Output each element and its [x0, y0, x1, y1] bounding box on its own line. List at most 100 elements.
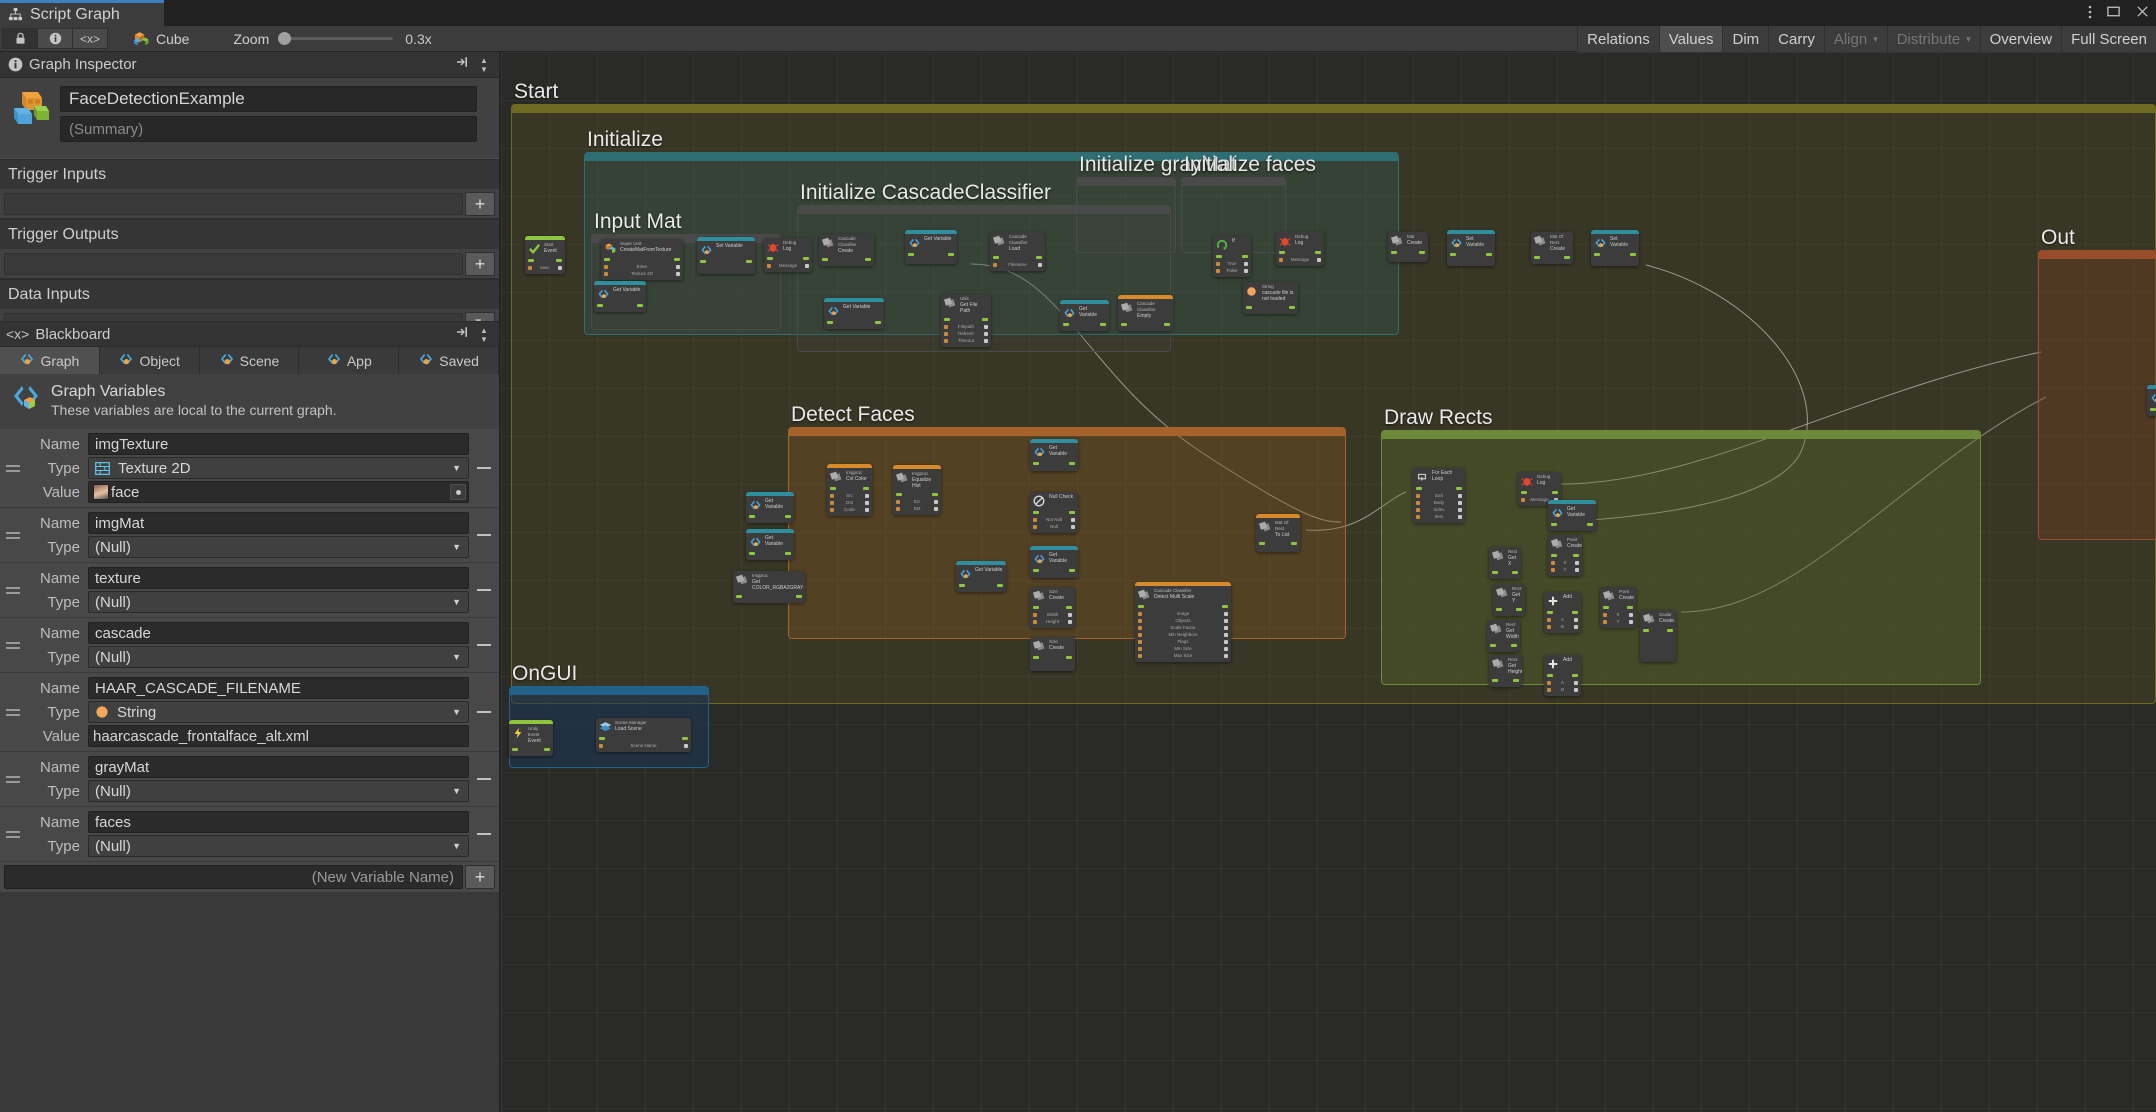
exec-out-port[interactable] [1630, 253, 1636, 256]
data-port-out[interactable] [1457, 507, 1462, 512]
zoom-slider-handle[interactable] [277, 32, 291, 45]
graph-group-out[interactable]: Out [2038, 226, 2156, 540]
graph-node-equalize-hist[interactable]: Imgproc Equalize Hist Src Dst [893, 465, 941, 515]
data-port-out[interactable] [683, 743, 688, 748]
data-port-out[interactable] [983, 324, 988, 329]
exec-in-port[interactable] [1492, 679, 1498, 682]
exec-out-port[interactable] [1036, 256, 1042, 259]
toolbar-button-relations[interactable]: Relations [1577, 26, 1659, 52]
data-port-out[interactable] [1070, 524, 1075, 529]
data-port[interactable] [1547, 624, 1551, 629]
data-port-out[interactable] [1037, 262, 1042, 267]
graph-node-get-variable[interactable]: Get Variable [905, 230, 957, 264]
exec-out-port[interactable] [1627, 606, 1633, 609]
graph-title-input[interactable]: FaceDetectionExample [60, 86, 477, 112]
exec-out-port[interactable] [1486, 253, 1492, 256]
exec-in-port[interactable] [736, 595, 742, 598]
data-port-out[interactable] [864, 507, 869, 512]
exec-out-port[interactable] [1315, 251, 1321, 254]
graph-node-event[interactable]: Start Event exec [525, 236, 565, 274]
graph-node-if[interactable]: If True False [1213, 236, 1251, 277]
data-port-out[interactable] [1070, 517, 1075, 522]
exec-in-port[interactable] [1063, 323, 1069, 326]
variable-type-dropdown[interactable]: (Null) ▼ [88, 646, 469, 668]
data-port-out[interactable] [1244, 261, 1248, 266]
exec-out-port[interactable] [1552, 491, 1558, 494]
graph-node-get-file-path[interactable]: Utils Get File Path Filepath Refresh Timeout [941, 294, 991, 347]
exec-out-port[interactable] [556, 259, 562, 262]
data-port[interactable] [1033, 517, 1037, 522]
graph-node-set-variable[interactable]: Set Variable [697, 237, 755, 274]
variable-type-dropdown[interactable]: (Null) ▼ [88, 591, 469, 613]
exec-out-port[interactable] [803, 257, 809, 260]
data-port-out[interactable] [1574, 567, 1579, 572]
exec-in-port[interactable] [896, 493, 902, 496]
graph-node-cascade-file-is-not-loaded[interactable]: String cascade file is not loaded [1243, 282, 1298, 314]
exec-out-port[interactable] [785, 552, 791, 555]
graph-node-load[interactable]: Cascade Classifier Load Filename [990, 232, 1045, 271]
data-port-out[interactable] [934, 499, 938, 504]
exec-in-port[interactable] [1496, 608, 1502, 611]
info-icon[interactable] [37, 28, 73, 49]
angle-brackets-icon[interactable]: <x> [72, 28, 108, 49]
expand-panel-icon[interactable] [455, 325, 469, 342]
toolbar-button-full-screen[interactable]: Full Screen [2061, 26, 2156, 52]
graph-object-ref[interactable]: Cube [133, 30, 189, 47]
data-port-out[interactable] [1628, 619, 1633, 624]
data-port-out[interactable] [1573, 617, 1578, 622]
graph-node-create[interactable]: Size Create Width Height [1030, 587, 1075, 628]
exec-out-port[interactable] [682, 737, 688, 740]
tab-script-graph[interactable]: Script Graph [0, 0, 164, 26]
exec-out-port[interactable] [1164, 323, 1170, 326]
data-port-out[interactable] [1457, 500, 1462, 505]
blackboard-tab-scene[interactable]: Scene [199, 347, 300, 374]
toolbar-button-distribute[interactable]: Distribute ▾ [1886, 26, 1980, 52]
graph-group-draw-rects[interactable]: Draw Rects [1381, 406, 1981, 685]
remove-variable-button[interactable] [469, 644, 499, 646]
graph-node-empty[interactable]: Cascade Classifier Empty [1118, 295, 1173, 331]
exec-in-port[interactable] [1450, 253, 1456, 256]
data-port[interactable] [1138, 632, 1142, 637]
data-port-out[interactable] [557, 265, 562, 270]
exec-out-port[interactable] [1242, 255, 1248, 258]
exec-in-port[interactable] [749, 552, 755, 555]
data-port-out[interactable] [1573, 624, 1578, 629]
graph-node-get-y[interactable]: Rect Get Y [1493, 584, 1525, 616]
exec-in-port[interactable] [1594, 253, 1600, 256]
exec-in-port[interactable] [1521, 491, 1527, 494]
graph-node-create[interactable]: Mat Of Rect Create [1531, 232, 1573, 264]
data-port-out[interactable] [1223, 625, 1228, 630]
object-picker-icon[interactable] [450, 484, 466, 500]
exec-out-port[interactable] [1512, 571, 1518, 574]
data-port[interactable] [830, 493, 834, 498]
exec-out-port[interactable] [1291, 542, 1297, 545]
data-port-out[interactable] [983, 331, 988, 336]
exec-in-port[interactable] [1534, 256, 1540, 259]
graph-node-log[interactable]: Debug Log Message [764, 238, 812, 272]
toolbar-button-carry[interactable]: Carry [1768, 26, 1824, 52]
exec-out-port[interactable] [1564, 256, 1570, 259]
exec-out-port[interactable] [1289, 306, 1295, 309]
exec-out-port[interactable] [785, 515, 791, 518]
data-port[interactable] [1603, 619, 1607, 624]
graph-summary-input[interactable]: (Summary) [60, 116, 477, 142]
remove-variable-button[interactable] [469, 467, 499, 469]
graph-node-get-variable[interactable]: Get Variable [824, 298, 884, 329]
exec-in-port[interactable] [604, 258, 610, 261]
exec-out-port[interactable] [1516, 608, 1522, 611]
data-port[interactable] [1138, 646, 1142, 651]
data-port[interactable] [1603, 612, 1607, 617]
exec-in-port[interactable] [767, 257, 773, 260]
exec-in-port[interactable] [1138, 605, 1144, 608]
data-port-out[interactable] [1457, 514, 1462, 519]
data-port[interactable] [1138, 625, 1142, 630]
graph-node-add[interactable]: Add A B [1544, 655, 1581, 696]
data-port[interactable] [528, 265, 532, 270]
data-port[interactable] [1416, 507, 1420, 512]
exec-in-port[interactable] [528, 259, 534, 262]
remove-variable-button[interactable] [469, 711, 499, 713]
exec-out-port[interactable] [997, 584, 1003, 587]
data-port[interactable] [604, 271, 608, 276]
toolbar-button-align[interactable]: Align ▾ [1823, 26, 1887, 52]
variable-name-input[interactable]: faces [88, 811, 469, 833]
